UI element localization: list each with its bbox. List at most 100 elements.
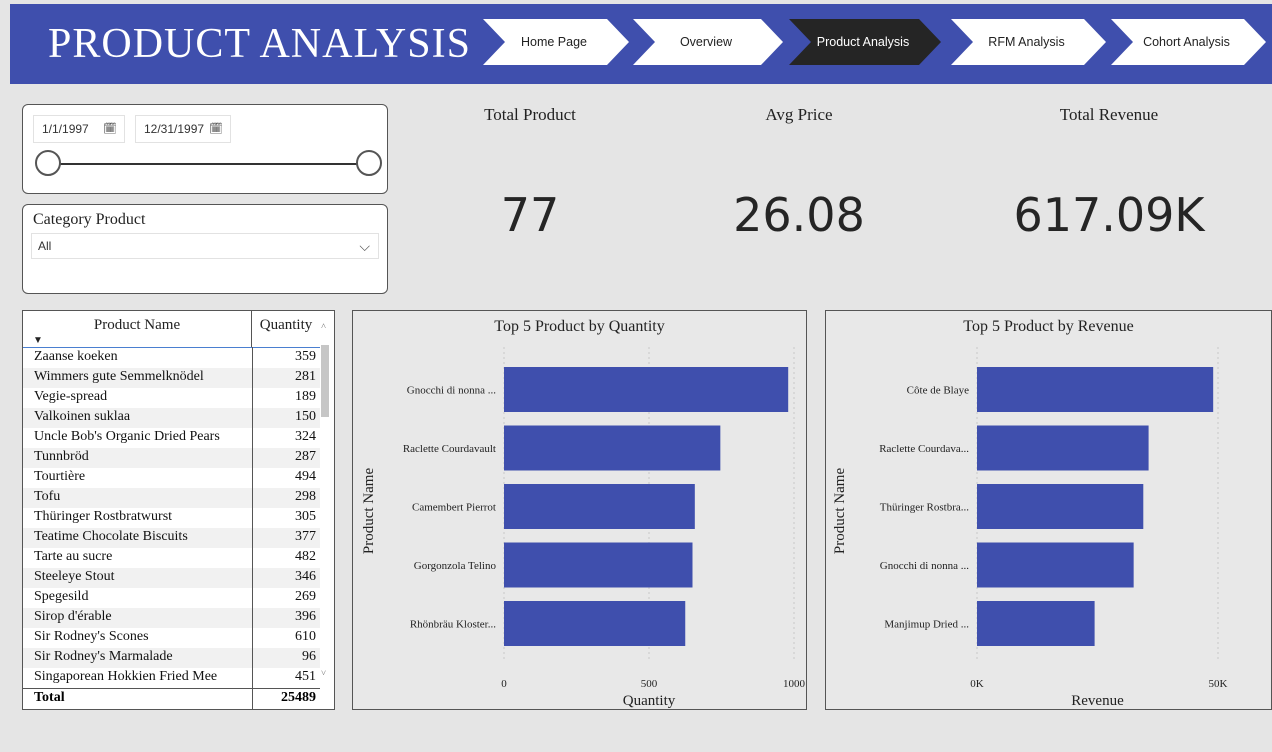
y-category-label: Raclette Courdavault [403, 443, 496, 455]
page-title: PRODUCT ANALYSIS [48, 21, 471, 67]
date-slicer: 1/1/1997 🗓︎ 12/31/1997 🗓︎ [22, 104, 388, 194]
nav-rfm-analysis-button[interactable]: RFM Analysis [951, 19, 1106, 65]
kpi-total-revenue-value: 617.09K [1013, 188, 1205, 242]
date-range-track [47, 163, 369, 165]
table-row[interactable]: Tarte au sucre 482 [23, 548, 320, 568]
x-tick-label: 1000 [783, 678, 806, 690]
bar [504, 542, 693, 588]
product-name-cell: Zaanse koeken [34, 349, 118, 364]
category-slicer: Category Product All ⌵ [22, 204, 388, 294]
column-divider [252, 347, 253, 709]
product-name-cell: Valkoinen suklaa [34, 409, 131, 424]
table-row[interactable]: Thüringer Rostbratwurst 305 [23, 508, 320, 528]
y-category-label: Côte de Blaye [907, 385, 969, 397]
start-date-input[interactable]: 1/1/1997 🗓︎ [33, 115, 125, 143]
nav-cohort-analysis-button[interactable]: Cohort Analysis [1111, 19, 1266, 65]
quantity-cell: 281 [295, 369, 316, 384]
product-name-cell: Tourtière [34, 469, 86, 484]
table-row[interactable]: Spegesild 269 [23, 588, 320, 608]
y-category-label: Camembert Pierrot [412, 502, 496, 514]
nav-label: Overview [679, 35, 733, 49]
product-name-cell: Tarte au sucre [34, 549, 113, 564]
nav-overview-button[interactable]: Overview [633, 19, 783, 65]
quantity-cell: 96 [302, 649, 316, 664]
nav-label: RFM Analysis [988, 35, 1065, 49]
table-scrollbar-thumb[interactable] [321, 345, 329, 417]
table-row[interactable]: Uncle Bob's Organic Dried Pears 324 [23, 428, 320, 448]
y-axis-title: Product Name [361, 468, 377, 555]
chart-svg: Top 5 Product by Revenue 0K 50K Côte de Bla… [832, 318, 1228, 709]
quantity-cell: 305 [295, 509, 316, 524]
table-row[interactable]: Vegie-spread 189 [23, 388, 320, 408]
column-header-quantity[interactable]: Quantity [252, 311, 320, 347]
start-date-value: 1/1/1997 [42, 122, 89, 136]
product-name-cell: Teatime Chocolate Biscuits [34, 529, 188, 544]
table-row[interactable]: Steeleye Stout 346 [23, 568, 320, 588]
table-row[interactable]: Teatime Chocolate Biscuits 377 [23, 528, 320, 548]
table-row[interactable]: Sirop d'érable 396 [23, 608, 320, 628]
nav-product-analysis-button[interactable]: Product Analysis [789, 19, 941, 65]
nav-home-page-button[interactable]: Home Page [483, 19, 629, 65]
product-name-cell: Tofu [34, 489, 61, 504]
y-category-label: Gnocchi di nonna ... [880, 560, 969, 572]
x-axis-title: Revenue [1071, 693, 1124, 709]
bar [977, 484, 1144, 529]
chevron-down-icon[interactable]: ⌵ [359, 234, 370, 258]
nav-label: Cohort Analysis [1143, 35, 1230, 49]
table-row[interactable]: Tunnbröd 287 [23, 448, 320, 468]
bar [504, 484, 695, 529]
product-name-cell: Sirop d'érable [34, 609, 112, 624]
quantity-cell: 359 [295, 349, 316, 364]
table-row[interactable]: Sir Rodney's Marmalade 96 [23, 648, 320, 668]
product-name-cell: Wimmers gute Semmelknödel [34, 369, 204, 384]
calendar-icon[interactable]: 🗓︎ [103, 116, 117, 142]
x-tick-label: 0K [970, 678, 984, 690]
bar [977, 542, 1134, 588]
chart-title: Top 5 Product by Revenue [963, 318, 1133, 335]
category-selected-value: All [38, 239, 52, 253]
table-body: Zaanse koeken 359 Wimmers gute Semmelknöde… [23, 348, 320, 688]
scroll-up-icon[interactable]: ˄ [321, 321, 326, 331]
table-row[interactable]: Zaanse koeken 359 [23, 348, 320, 368]
product-name-cell: Thüringer Rostbratwurst [34, 509, 173, 524]
product-name-cell: Uncle Bob's Organic Dried Pears [34, 429, 220, 444]
y-axis-title: Product Name [832, 468, 848, 555]
quantity-cell: 610 [295, 629, 316, 644]
y-category-label: Raclette Courdava... [879, 443, 969, 455]
product-name-cell: Sir Rodney's Marmalade [34, 649, 173, 664]
table-row[interactable]: Tofu 298 [23, 488, 320, 508]
quantity-cell: 287 [295, 449, 316, 464]
calendar-icon[interactable]: 🗓︎ [209, 116, 223, 142]
bar [504, 425, 721, 471]
range-end-handle[interactable] [356, 150, 382, 176]
column-header-label: Product Name [93, 317, 181, 333]
quantity-cell: 324 [295, 429, 316, 444]
table-row[interactable]: Singaporean Hokkien Fried Mee 451 [23, 668, 320, 688]
x-tick-label: 0 [501, 678, 507, 690]
column-header-product-name[interactable]: Product Name ▼ [23, 311, 252, 347]
end-date-input[interactable]: 12/31/1997 🗓︎ [135, 115, 231, 143]
product-name-cell: Singaporean Hokkien Fried Mee [34, 669, 218, 684]
table-row[interactable]: Sir Rodney's Scones 610 [23, 628, 320, 648]
table-row[interactable]: Tourtière 494 [23, 468, 320, 488]
product-name-cell: Spegesild [34, 589, 89, 604]
category-slicer-label: Category Product [33, 211, 146, 228]
x-axis-title: Quantity [623, 693, 676, 709]
kpi-total-product-label: Total Product [484, 105, 576, 124]
chart-title: Top 5 Product by Quantity [494, 318, 664, 335]
bar [504, 367, 789, 412]
sort-desc-icon[interactable]: ▼ [33, 335, 43, 346]
quantity-cell: 451 [295, 669, 316, 684]
table-row[interactable]: Valkoinen suklaa 150 [23, 408, 320, 428]
product-name-cell: Tunnbröd [34, 449, 89, 464]
quantity-cell: 396 [295, 609, 316, 624]
scroll-down-icon[interactable]: ˅ [321, 668, 326, 678]
table-row[interactable]: Wimmers gute Semmelknödel 281 [23, 368, 320, 388]
range-start-handle[interactable] [35, 150, 61, 176]
category-dropdown[interactable]: All ⌵ [31, 233, 379, 259]
kpi-avg-price-label: Avg Price [765, 105, 833, 124]
top5-revenue-chart: Top 5 Product by Revenue 0K 50K Côte de Bla… [825, 310, 1272, 710]
nav-label: Home Page [520, 35, 587, 49]
y-category-label: Gorgonzola Telino [414, 560, 497, 572]
kpi-total-revenue-label: Total Revenue [1059, 105, 1159, 124]
